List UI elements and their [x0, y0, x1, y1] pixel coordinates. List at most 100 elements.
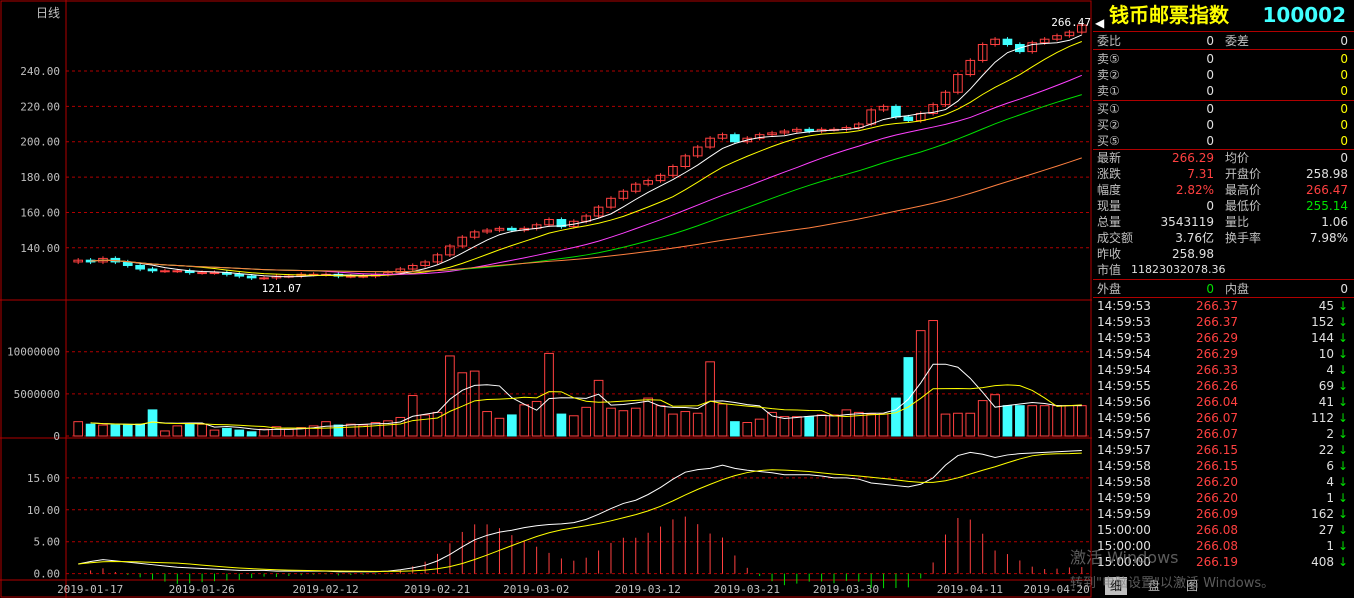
down-arrow-icon: ↓ — [1337, 507, 1348, 521]
candle-body — [246, 275, 257, 279]
quote-value-2: 0 — [1340, 151, 1348, 165]
x-axis-date-label: 2019-03-02 — [503, 583, 569, 596]
prev-close-value: 258.98 — [1172, 247, 1214, 261]
ask-volume: 0 — [1340, 68, 1348, 82]
down-arrow-icon: ↓ — [1337, 539, 1348, 553]
price-axis-tick-label: 140.00 — [20, 242, 60, 255]
volume-bar — [866, 413, 877, 437]
volume-bar — [977, 400, 988, 437]
quote-value: 0 — [1206, 199, 1214, 213]
tick-time: 14:59:56 — [1097, 411, 1151, 425]
quote-value: 7.31 — [1187, 167, 1214, 181]
volume-bar — [791, 416, 802, 437]
x-axis-date-label: 2019-04-11 — [937, 583, 1003, 596]
quote-value: 3.76亿 — [1175, 231, 1214, 245]
tick-price: 266.04 — [1196, 395, 1238, 409]
tick-volume: 4 — [1326, 363, 1334, 377]
outer-inner-row: 外盘 0 内盘 0 — [1093, 281, 1354, 297]
tick-time: 14:59:57 — [1097, 443, 1151, 457]
tick-price: 266.26 — [1196, 379, 1238, 393]
tick-price: 266.08 — [1196, 523, 1238, 537]
quote-row: 涨跌 7.31 开盘价 258.98 — [1093, 166, 1354, 182]
volume-bar — [965, 412, 976, 437]
ask-row: 卖② 0 0 — [1093, 67, 1354, 83]
ask-price: 0 — [1206, 84, 1214, 98]
tick-price: 266.09 — [1196, 507, 1238, 521]
candle-body — [234, 273, 245, 277]
kline-chart-svg[interactable]: 240.00 220.00 200.00 180.00 160.00 140.00 1000… — [0, 0, 1092, 598]
bid-row: 买② 0 0 — [1093, 117, 1354, 133]
indicator-axis-tick-label: 15.00 — [27, 472, 60, 485]
activation-watermark-hint: 转到"电脑设置"以激活 Windows。 — [1070, 576, 1275, 591]
volume-bar — [581, 406, 592, 437]
bid-label: 买① — [1097, 102, 1120, 116]
tick-row: 14:59:54 266.33 4 ↓ — [1093, 362, 1354, 378]
x-axis-date-label: 2019-03-30 — [813, 583, 879, 596]
candle-body — [160, 270, 170, 273]
volume-bar — [742, 422, 753, 437]
tick-time: 14:59:54 — [1097, 347, 1151, 361]
tick-price: 266.37 — [1196, 299, 1238, 313]
volume-bar — [568, 415, 579, 437]
tick-time: 14:59:53 — [1097, 331, 1151, 345]
tick-row: 14:59:53 266.37 45 ↓ — [1093, 298, 1354, 314]
order-diff-label: 委差 — [1225, 34, 1250, 48]
down-arrow-icon: ↓ — [1337, 523, 1348, 537]
security-code: 100002 — [1262, 3, 1347, 27]
candle-body — [135, 264, 145, 270]
volume-bar — [928, 320, 938, 437]
tick-row: 14:59:59 266.20 1 ↓ — [1093, 490, 1354, 506]
bid-price: 0 — [1206, 102, 1214, 116]
indicator-axis-tick-label: 10.00 — [27, 504, 60, 517]
volume-axis-tick-label: 10000000 — [7, 346, 60, 359]
x-axis-date-label: 2019-01-26 — [169, 583, 235, 596]
quote-value-2: 7.98% — [1309, 231, 1348, 245]
volume-bar — [940, 413, 951, 437]
bid-volume: 0 — [1340, 102, 1348, 116]
volume-bar — [234, 429, 245, 437]
volume-bar — [469, 370, 480, 437]
quote-label-2: 最低价 — [1225, 199, 1262, 213]
candle-body — [730, 134, 740, 143]
down-arrow-icon: ↓ — [1337, 299, 1348, 313]
bid-price: 0 — [1206, 118, 1214, 132]
volume-bar — [370, 422, 381, 437]
volume-bar — [804, 416, 815, 437]
quote-row: 总量 3543119 量比 1.06 — [1093, 214, 1354, 230]
tick-price: 266.37 — [1196, 315, 1238, 329]
volume-bar — [990, 394, 1000, 437]
volume-bar — [110, 424, 121, 437]
down-arrow-icon: ↓ — [1337, 427, 1348, 441]
order-ratio-row: 委比 0 委差 0 — [1093, 33, 1354, 49]
tick-volume: 45 — [1318, 299, 1334, 313]
volume-bar — [544, 352, 554, 437]
volume-bar — [85, 423, 96, 437]
quote-label: 现量 — [1097, 199, 1122, 213]
quote-label: 幅度 — [1097, 183, 1122, 197]
tick-row: 14:59:58 266.15 6 ↓ — [1093, 458, 1354, 474]
indicator-axis-tick-label: 5.00 — [34, 536, 61, 549]
quote-label-2: 均价 — [1225, 151, 1250, 165]
quote-label-2: 换手率 — [1225, 231, 1262, 245]
volume-bar — [556, 413, 567, 437]
price-low-label: 121.07 — [262, 282, 302, 295]
volume-bar — [816, 414, 827, 437]
down-arrow-icon: ↓ — [1337, 331, 1348, 345]
ma5-line — [90, 34, 1083, 278]
price-high-label: 266.47 — [1051, 16, 1091, 29]
kline-chart-area[interactable]: 240.00 220.00 200.00 180.00 160.00 140.00 1000… — [0, 0, 1092, 598]
volume-bar — [345, 423, 356, 437]
x-axis-date-label: 2019-02-12 — [292, 583, 358, 596]
indicator-line — [78, 449, 1082, 573]
tick-row: 14:59:56 266.04 41 ↓ — [1093, 394, 1354, 410]
quote-row: 最新 266.29 均价 0 — [1093, 150, 1354, 166]
security-title: ◀ 钱币邮票指数 100002 — [1093, 0, 1354, 30]
period-label[interactable]: 日线 — [36, 4, 60, 21]
tick-price: 266.29 — [1196, 331, 1238, 345]
volume-bar — [321, 421, 331, 437]
tick-time: 14:59:58 — [1097, 459, 1151, 473]
volume-bar — [333, 424, 344, 437]
volume-bar — [606, 407, 616, 437]
volume-bar — [680, 411, 691, 437]
tick-row: 14:59:54 266.29 10 ↓ — [1093, 346, 1354, 362]
